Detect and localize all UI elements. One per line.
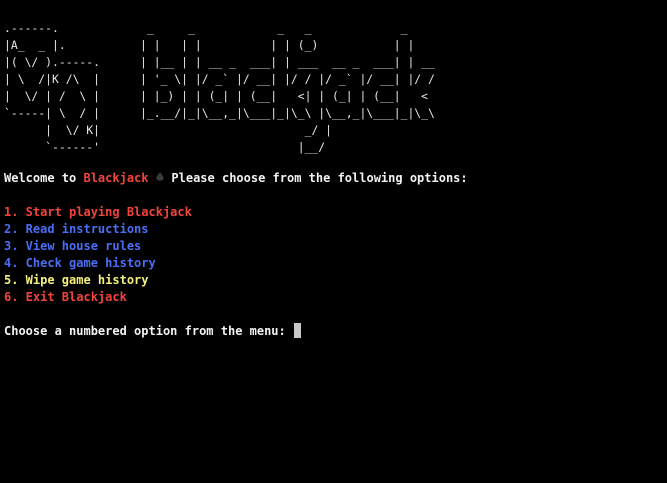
- title-art-line: | |__ | | __ _ ___| | ___ __ _ ___| | __: [140, 55, 435, 69]
- card-art-line: | \/ K|: [4, 123, 101, 137]
- ascii-card-art: .------. |A_ _ |. |( \/ ).-----. | \ /|K…: [4, 20, 100, 156]
- title-art-line: |_.__/|_|\__,_|\___|_|\_\ |\__,_|\___|_|…: [140, 106, 435, 120]
- title-art-line: _/ |: [140, 123, 333, 137]
- card-art-line: | \/ | / \ |: [4, 89, 101, 103]
- prompt-text: Choose a numbered option from the menu:: [4, 324, 293, 338]
- text-cursor[interactable]: [293, 323, 301, 338]
- terminal-window: .------. |A_ _ |. |( \/ ).-----. | \ /|K…: [4, 0, 664, 483]
- menu-option-check-game-history[interactable]: 4. Check game history: [4, 255, 156, 272]
- menu-option-view-house-rules[interactable]: 3. View house rules: [4, 238, 141, 255]
- title-art-line: | |_) | | (_| | (__| <| | (_| | (__| <: [140, 89, 429, 103]
- welcome-text: Welcome to: [4, 171, 84, 185]
- title-art-line: |__/: [140, 140, 326, 154]
- menu-option-start-playing[interactable]: 1. Start playing Blackjack: [4, 204, 192, 221]
- menu-option-exit[interactable]: 6. Exit Blackjack: [4, 289, 127, 306]
- card-art-line: |( \/ ).-----.: [4, 55, 101, 69]
- card-art-line: `------': [4, 140, 101, 154]
- spade-icon: ♠: [155, 170, 165, 186]
- title-art-line: | | | | | | (_) | |: [140, 38, 415, 52]
- menu-option-read-instructions[interactable]: 2. Read instructions: [4, 221, 149, 238]
- welcome-instruction: Please choose from the following options…: [164, 171, 468, 185]
- card-art-line: .------.: [4, 21, 59, 35]
- menu-option-wipe-game-history[interactable]: 5. Wipe game history: [4, 272, 149, 289]
- card-art-line: | \ /|K /\ |: [4, 72, 101, 86]
- card-art-line: |A_ _ |.: [4, 38, 66, 52]
- input-prompt[interactable]: Choose a numbered option from the menu:: [4, 323, 301, 340]
- game-name-highlight: Blackjack: [83, 171, 149, 185]
- title-art-line: | '_ \| |/ _` |/ __| |/ / |/ _` |/ __| |…: [140, 72, 435, 86]
- welcome-message: Welcome to Blackjack ♠ Please choose fro…: [4, 170, 468, 187]
- title-art-line: _ _ _ _ _: [147, 21, 408, 35]
- ascii-title-art: _ _ _ _ _ | | | | | | (_) | | | |__ | | …: [140, 20, 435, 156]
- card-art-line: `-----| \ / |: [4, 106, 101, 120]
